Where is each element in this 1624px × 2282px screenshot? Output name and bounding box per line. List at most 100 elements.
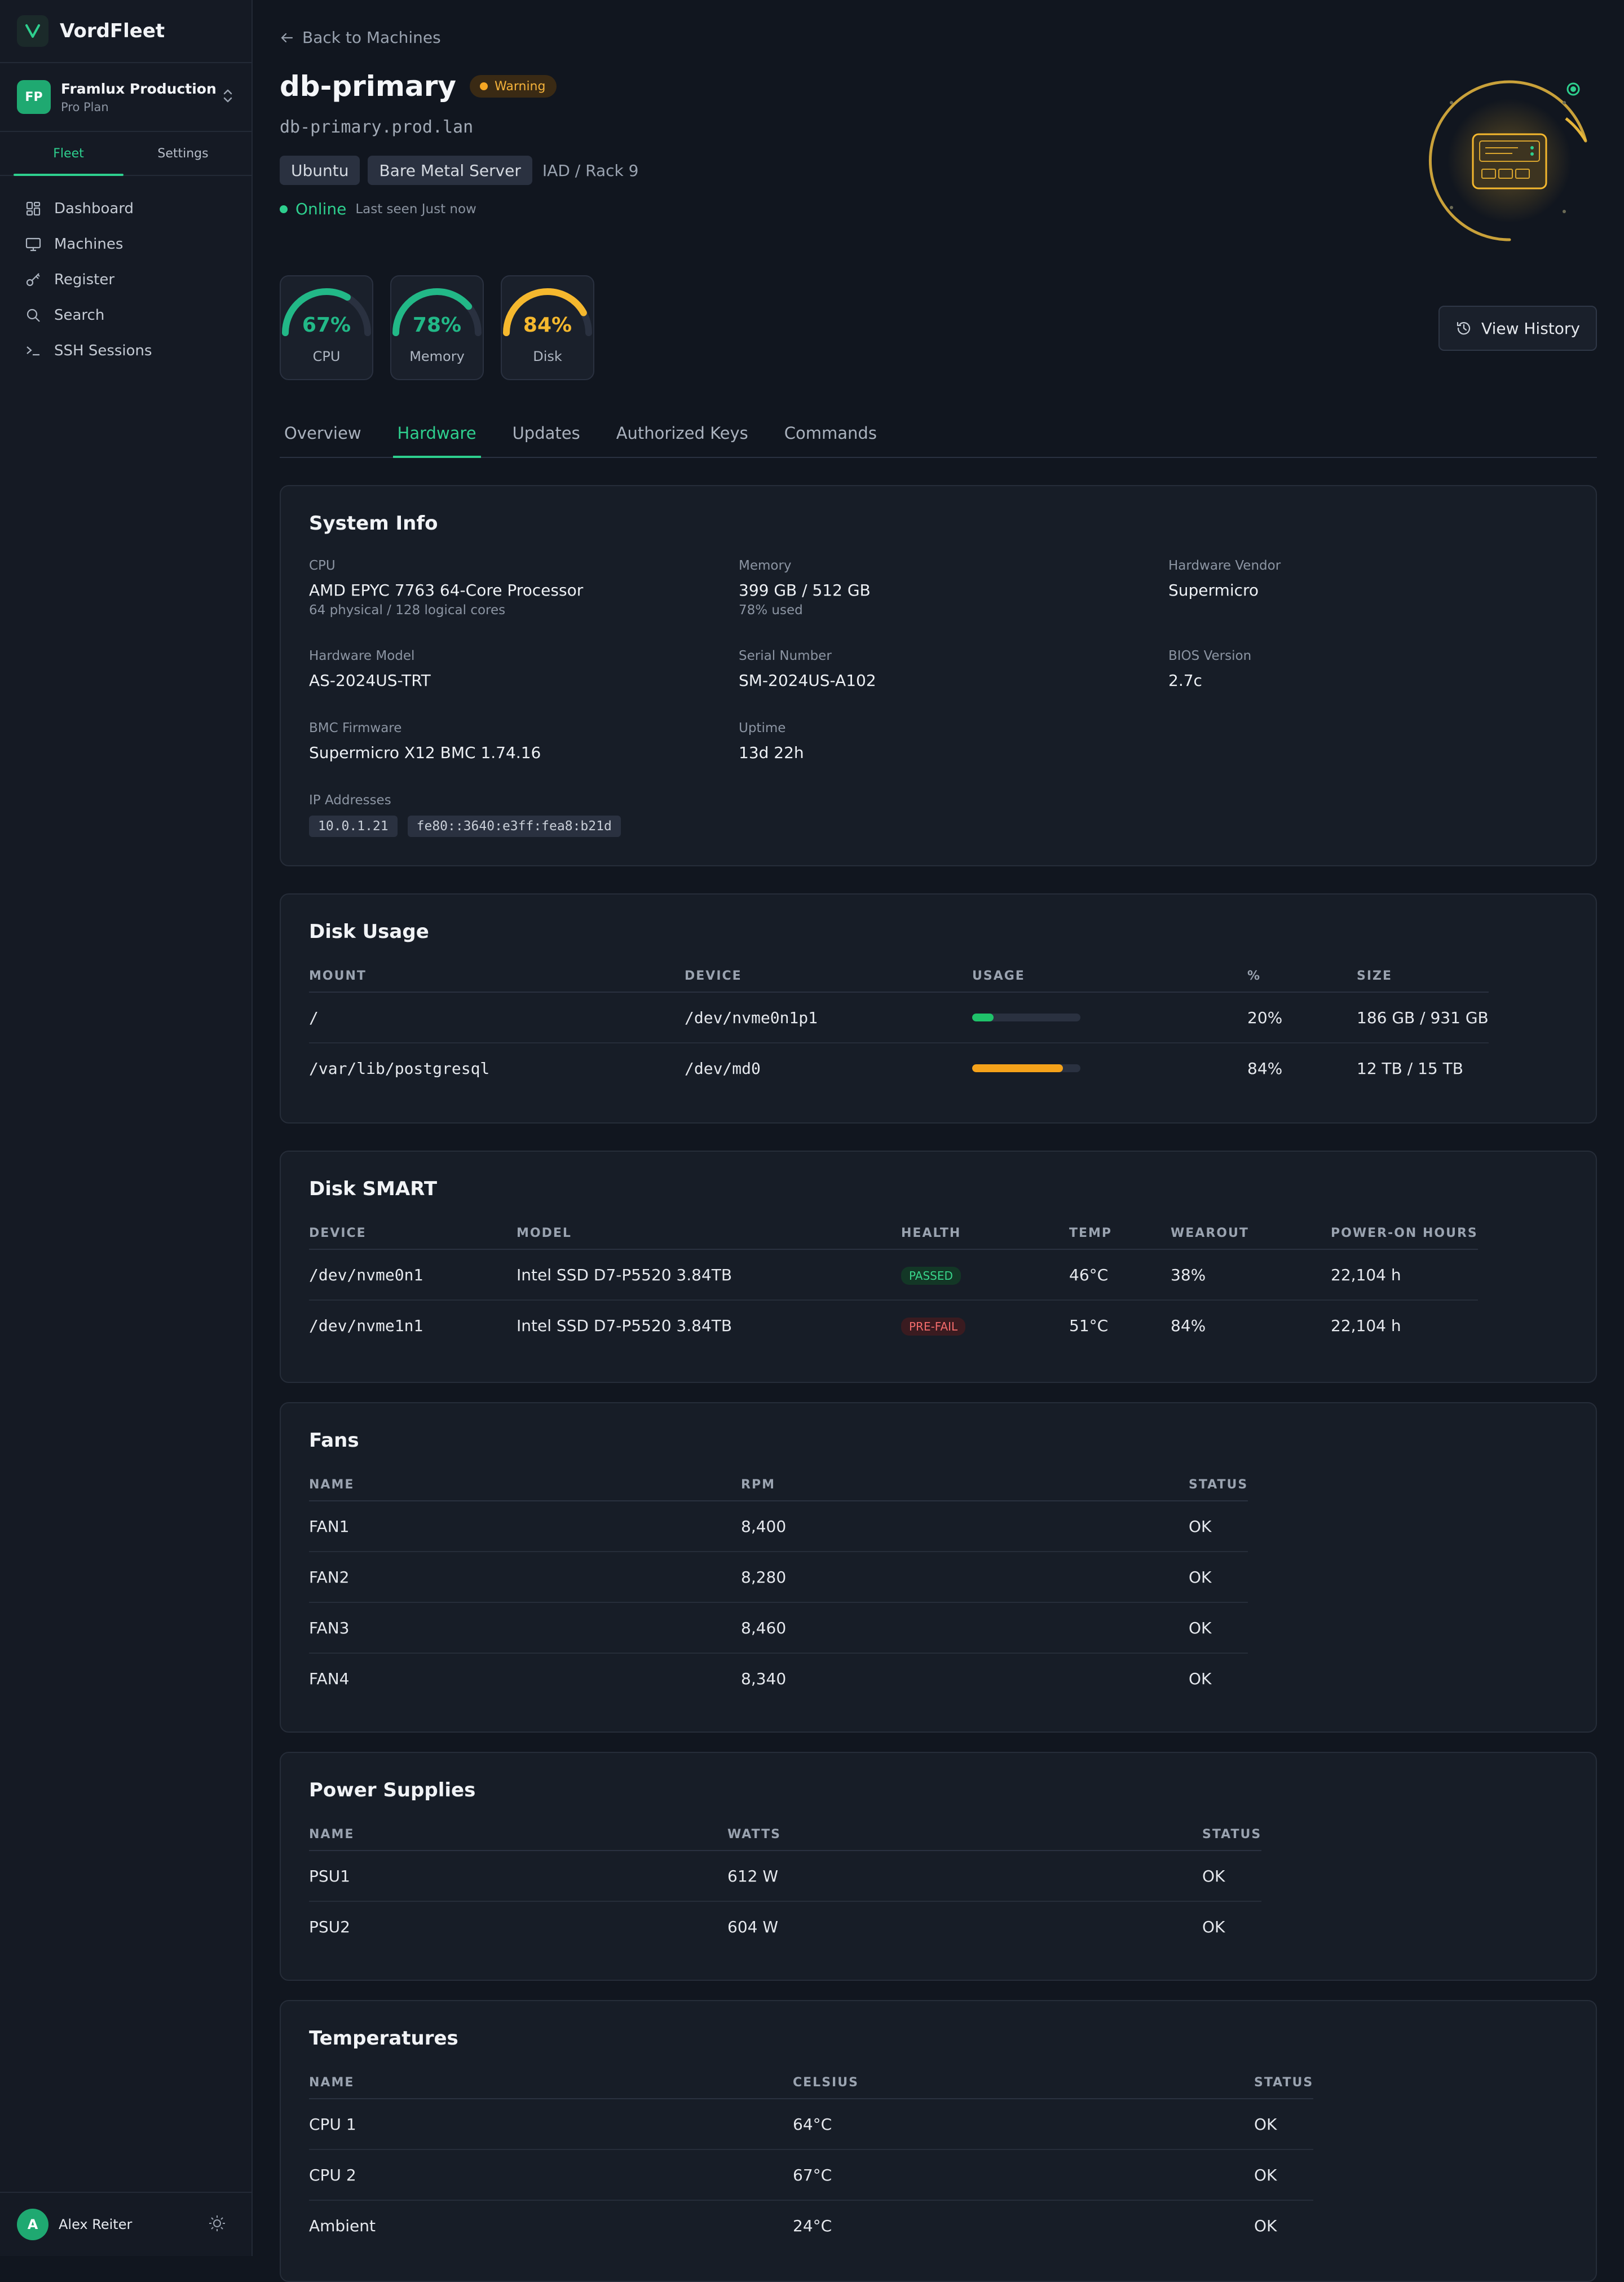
usage-bar	[972, 1064, 1080, 1072]
table-row: /var/lib/postgresql /dev/md0 84% 12 TB /…	[309, 1043, 1489, 1093]
arrow-left-icon	[281, 33, 293, 42]
online-status: Online Last seen Just now	[280, 200, 476, 218]
card-title: Fans	[309, 1429, 359, 1452]
temperatures-table: NAME CELSIUS STATUS CPU 1 64°C OK CPU 2 67°…	[309, 2067, 1314, 2250]
dashboard-icon	[26, 201, 41, 215]
column-header: STATUS	[1202, 1818, 1262, 1851]
mount-cell: /var/lib/postgresql	[309, 1059, 490, 1078]
memory-gauge-value: 78%	[412, 314, 462, 337]
table-row: CPU 1 64°C OK	[309, 2099, 1314, 2150]
column-header: POWER-ON HOURS	[1331, 1217, 1478, 1250]
tab-overview[interactable]: Overview	[280, 409, 366, 457]
column-header: CELSIUS	[793, 2067, 1254, 2099]
machine-tabs: Overview Hardware Updates Authorized Key…	[280, 409, 1597, 458]
column-header: NAME	[309, 1469, 741, 1501]
table-row: CPU 2 67°C OK	[309, 2149, 1314, 2201]
status-cell: OK	[1189, 1552, 1248, 1603]
tab-updates[interactable]: Updates	[508, 409, 585, 457]
title-row: db-primary Warning	[280, 70, 557, 103]
vendor-info: Hardware Vendor Supermicro	[1168, 558, 1281, 600]
sun-icon[interactable]	[208, 2214, 227, 2235]
back-label: Back to Machines	[302, 28, 441, 47]
tab-hardware[interactable]: Hardware	[392, 409, 481, 458]
info-label: BMC Firmware	[309, 721, 402, 735]
name-cell: CPU 2	[309, 2149, 793, 2201]
rpm-cell: 8,280	[741, 1552, 1189, 1603]
table-row: PSU2 604 W OK	[309, 1901, 1261, 1951]
usage-cell	[972, 992, 1247, 1043]
back-link[interactable]: Back to Machines	[280, 28, 441, 47]
column-header: SIZE	[1357, 960, 1489, 993]
disk-gauge: 84% Disk	[501, 275, 594, 380]
sidebar-item-register[interactable]: Register	[0, 262, 251, 297]
column-header: DEVICE	[309, 1217, 517, 1250]
type-chip: Bare Metal Server	[368, 156, 532, 185]
sidebar-item-search[interactable]: Search	[0, 297, 251, 333]
percent-cell: 84%	[1247, 1059, 1283, 1078]
info-label: Serial Number	[739, 649, 832, 663]
tab-authorized-keys[interactable]: Authorized Keys	[612, 409, 753, 457]
system-info-card: System Info CPU AMD EPYC 7763 64-Core Pr…	[280, 485, 1597, 866]
sidebar-item-label: Dashboard	[54, 200, 134, 217]
sidebar-item-dashboard[interactable]: Dashboard	[0, 191, 251, 226]
table-row: PSU1 612 W OK	[309, 1851, 1262, 1902]
wearout-cell: 84%	[1171, 1316, 1206, 1335]
fans-card: Fans NAME RPM STATUS FAN1 8,400 OK FAN2 8,2…	[280, 1402, 1597, 1733]
terminal-icon	[27, 346, 39, 355]
sidebar-tab-fleet[interactable]: Fleet	[11, 132, 126, 176]
view-history-button[interactable]: View History	[1438, 306, 1597, 351]
sidebar-item-machines[interactable]: Machines	[0, 226, 251, 262]
org-name: Framlux Production	[61, 80, 217, 97]
size-cell: 186 GB / 931 GB	[1357, 992, 1489, 1043]
percent-cell: 20%	[1247, 992, 1357, 1043]
memory-gauge: 78% Memory	[390, 275, 484, 380]
table-header-row: DEVICE MODEL HEALTH TEMP WEAROUT POWER-O…	[309, 1217, 1478, 1250]
brand[interactable]: VordFleet	[0, 0, 251, 63]
celsius-cell: 67°C	[793, 2149, 1254, 2201]
sidebar: VordFleet FP Framlux Production Pro Plan…	[0, 0, 253, 2256]
column-header: MOUNT	[309, 960, 685, 993]
health-cell: PRE-FAIL	[901, 1300, 1069, 1350]
table-row: FAN3 8,460 OK	[309, 1602, 1248, 1654]
fans-table: NAME RPM STATUS FAN1 8,400 OK FAN2 8,280 OK …	[309, 1469, 1248, 1703]
rpm-cell: 8,400	[741, 1501, 1189, 1552]
device-cell: /dev/md0	[685, 1059, 761, 1078]
column-header: NAME	[309, 1818, 727, 1851]
card-title: Disk Usage	[309, 920, 429, 943]
device-cell: /dev/nvme0n1p1	[685, 992, 972, 1043]
column-header: MODEL	[517, 1217, 901, 1250]
info-sub: 78% used	[739, 603, 803, 618]
status-cell: OK	[1254, 2099, 1314, 2150]
column-header: HEALTH	[901, 1217, 1069, 1250]
temp-cell: 46°C	[1069, 1249, 1171, 1301]
card-title: System Info	[309, 512, 438, 535]
info-value: AS-2024US-TRT	[309, 671, 431, 690]
location-text: IAD / Rack 9	[542, 161, 639, 180]
card-title: Power Supplies	[309, 1779, 476, 1801]
resource-gauges: 67% CPU 78% Memory 84% Disk	[280, 275, 611, 380]
server-illustration-icon	[1416, 68, 1603, 254]
table-header-row: NAME CELSIUS STATUS	[309, 2067, 1314, 2099]
status-badge: Warning	[470, 75, 557, 98]
disk-usage-table: MOUNT DEVICE USAGE % SIZE / /dev/nvme0n1…	[309, 960, 1489, 1093]
table-header-row: MOUNT DEVICE USAGE % SIZE	[309, 960, 1489, 993]
info-label: Hardware Vendor	[1168, 558, 1281, 573]
name-cell: Ambient	[309, 2216, 376, 2235]
memory-info: Memory 399 GB / 512 GB 78% used	[739, 558, 871, 618]
usage-cell	[972, 1043, 1247, 1093]
status-cell: OK	[1189, 1669, 1212, 1688]
celsius-cell: 24°C	[793, 2216, 832, 2235]
uptime-info: Uptime 13d 22h	[739, 721, 804, 762]
usage-bar-fill	[972, 1064, 1063, 1072]
sidebar-item-ssh-sessions[interactable]: SSH Sessions	[0, 333, 251, 368]
avatar[interactable]: A	[17, 2209, 48, 2240]
info-value: AMD EPYC 7763 64-Core Processor	[309, 581, 584, 600]
org-switcher[interactable]: FP Framlux Production Pro Plan	[0, 63, 251, 132]
info-value: 399 GB / 512 GB	[739, 581, 871, 600]
table-header-row: NAME RPM STATUS	[309, 1469, 1248, 1501]
table-row: FAN4 8,340 OK	[309, 1653, 1248, 1703]
tab-commands[interactable]: Commands	[780, 409, 881, 457]
status-cell: OK	[1189, 1501, 1248, 1552]
search-icon	[27, 309, 40, 322]
sidebar-tab-settings[interactable]: Settings	[126, 132, 240, 175]
